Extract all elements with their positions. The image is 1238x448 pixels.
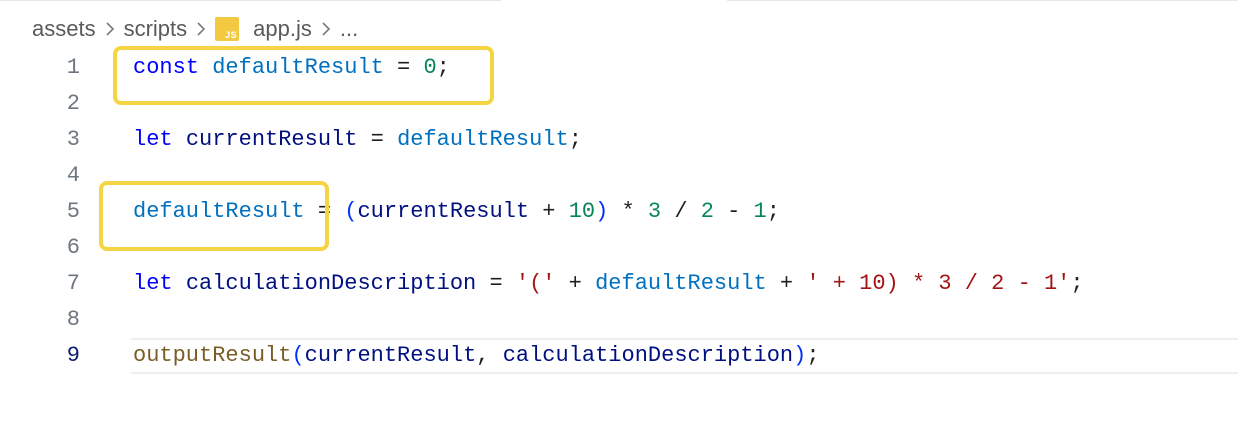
line-code: defaultResult = (currentResult + 10) * 3… [133,194,780,230]
code-token: ; [568,127,582,152]
tab-strip-border [0,0,1238,6]
code-token: currentResult [185,127,358,152]
code-token: ' + 10) * 3 / 2 - 1' [806,271,1071,296]
code-token: defaultResult [133,199,305,224]
line-number: 7 [66,271,80,296]
code-line[interactable]: 6 [0,230,1238,266]
chevron-right-icon [104,19,116,39]
code-line[interactable]: 4 [0,158,1238,194]
code-token: 10 [568,199,596,224]
code-token: ; [436,55,450,80]
code-token: + [555,271,596,296]
code-token: ) [595,199,609,224]
code-token: 2 [700,199,714,224]
code-token: = [383,55,424,80]
code-token: '(' [515,271,556,296]
code-line[interactable]: 1 const defaultResult = 0; [0,50,1238,86]
code-editor[interactable]: 1 const defaultResult = 0; 2 3 let currentRe… [0,46,1238,390]
line-number: 3 [66,127,80,152]
line-code: outputResult(currentResult, calculationD… [133,338,820,374]
code-token: calculationDescription [185,271,477,296]
code-token: ( [291,343,305,368]
code-token: ( [344,199,358,224]
code-token: + [766,271,807,296]
code-token: let [133,127,173,152]
code-token: defaultResult [595,271,767,296]
code-token: + [529,199,569,224]
line-code: const defaultResult = 0; [133,50,450,86]
code-token: defaultResult [212,55,384,80]
breadcrumb-item-symbols[interactable]: ... [340,16,358,42]
line-number: 1 [66,55,80,80]
code-token: let [133,271,173,296]
code-token: / [661,199,701,224]
code-token: currentResult [304,343,477,368]
code-token: 1 [753,199,767,224]
code-line[interactable]: 9 outputResult(currentResult, calculation… [0,338,1238,374]
js-icon-label: JS [225,30,238,40]
line-code: let calculationDescription = '(' + defau… [133,266,1084,302]
code-token: ; [1070,271,1084,296]
code-line[interactable]: 3 let currentResult = defaultResult; [0,122,1238,158]
code-token: = [357,127,398,152]
code-token: 0 [423,55,437,80]
code-token: 3 [647,199,662,224]
code-token: currentResult [357,199,530,224]
code-token: - [713,199,754,224]
breadcrumb-item-assets[interactable]: assets [32,16,96,42]
code-token: , [476,343,503,368]
line-number: 6 [66,235,80,260]
code-line[interactable]: 2 [0,86,1238,122]
chevron-right-icon [320,19,332,39]
code-line[interactable]: 5 defaultResult = (currentResult + 10) * … [0,194,1238,230]
code-token: const [133,55,200,80]
line-number: 9 [66,343,80,368]
code-token: ; [766,199,780,224]
code-token: = [304,199,345,224]
code-token: calculationDescription [502,343,794,368]
breadcrumb-item-scripts[interactable]: scripts [124,16,188,42]
code-token: ; [806,343,820,368]
code-token: = [476,271,516,296]
code-token: defaultResult [397,127,569,152]
line-number: 8 [66,307,80,332]
code-token: ) [793,343,807,368]
code-token: * [608,199,648,224]
line-number: 5 [66,199,80,224]
code-token: outputResult [133,343,292,368]
breadcrumb: assets scripts JS app.js ... [32,14,358,44]
code-line[interactable]: 7 let calculationDescription = '(' + defa… [0,266,1238,302]
code-line[interactable]: 8 [0,302,1238,338]
javascript-file-icon: JS [215,17,240,41]
line-code: let currentResult = defaultResult; [133,122,582,158]
active-tab-gap [500,0,728,1]
line-number: 4 [66,163,80,188]
breadcrumb-item-file[interactable]: app.js [253,16,312,42]
line-number: 2 [66,91,80,116]
chevron-right-icon [195,19,207,39]
